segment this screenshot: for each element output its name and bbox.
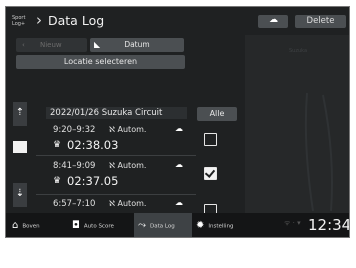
- arrow-up-icon: ⇡: [15, 107, 25, 118]
- select-all-button[interactable]: Alle: [197, 107, 237, 121]
- cloud-icon: ☁: [175, 124, 183, 133]
- session-time: 6:57–7:10: [53, 199, 96, 209]
- device-screen: Sport Log+ › Data Log ☁ Delete ‹ Nieuw ◣…: [5, 6, 350, 238]
- nav-auto-score-label: Auto Score: [83, 223, 114, 230]
- nav-auto-score[interactable]: ◘ Auto Score: [72, 213, 132, 237]
- arrow-down-icon: ⇣: [15, 188, 25, 199]
- page-title: Data Log: [48, 13, 105, 28]
- bottom-nav-bar: ⌂ Boven ◘ Auto Score ⤳ Data Log ✹ Instelling…: [6, 213, 350, 237]
- upload-button[interactable]: ☁: [258, 15, 288, 28]
- scroll-down-button[interactable]: ⇣: [13, 183, 27, 207]
- sort-date-label: Datum: [124, 40, 150, 49]
- nav-home[interactable]: ⌂ Boven: [12, 213, 68, 237]
- top-bar: Sport Log+ › Data Log ☁ Delete: [6, 7, 349, 35]
- car-icon: ◘: [72, 220, 80, 231]
- scroll-thumb[interactable]: [13, 141, 27, 153]
- back-chevron-icon[interactable]: ›: [36, 11, 42, 29]
- cloud-upload-icon: ☁: [269, 15, 278, 25]
- app-logo: Sport Log+: [12, 15, 26, 27]
- session-time: 9:20–9:32: [53, 125, 96, 135]
- row-divider: [36, 194, 196, 195]
- best-lap-time: 02:38.03: [67, 138, 119, 152]
- session-mode: ℵ Autom.: [109, 125, 147, 134]
- nav-data-log-label: Data Log: [150, 223, 175, 230]
- list-item[interactable]: 8:41–9:09 ℵ Autom. ☁ ♛ 02:37.05: [46, 160, 196, 201]
- session-mode: ℵ Autom.: [109, 161, 147, 170]
- track-map-panel: [245, 35, 349, 213]
- sort-new-label: Nieuw: [40, 41, 62, 49]
- nav-data-log[interactable]: ⤳ Data Log: [134, 213, 192, 237]
- wifi-icon: ⋅: [292, 219, 295, 227]
- cloud-icon: ☁: [175, 198, 183, 207]
- session-mode: ℵ Autom.: [109, 199, 147, 208]
- cloud-icon: ☁: [175, 160, 183, 169]
- delete-button[interactable]: Delete: [295, 15, 346, 28]
- nav-settings-label: Instelling: [208, 223, 234, 230]
- sort-new-button[interactable]: ‹ Nieuw: [16, 38, 87, 52]
- scroll-up-button[interactable]: ⇡: [13, 102, 27, 126]
- select-checkbox[interactable]: [204, 167, 217, 180]
- row-divider: [36, 155, 196, 156]
- location-icon: ▾: [297, 219, 301, 227]
- clock: 12:34: [308, 216, 350, 234]
- track-map: [304, 92, 333, 212]
- sort-icon: ◣: [94, 40, 101, 49]
- signal-icon: ᯤ: [284, 219, 291, 227]
- data-log-icon: ⤳: [138, 220, 146, 231]
- session-time: 8:41–9:09: [53, 161, 96, 171]
- nav-settings[interactable]: ✹ Instelling: [196, 213, 262, 237]
- select-checkbox[interactable]: [204, 133, 217, 146]
- sort-date-button[interactable]: ◣ Datum: [90, 38, 184, 52]
- arrow-left-icon: ‹: [22, 41, 25, 49]
- track-map-label: Suzuka: [289, 48, 308, 54]
- select-location-button[interactable]: Locatie selecteren: [16, 55, 185, 69]
- status-icons: ᯤ ⋅ ▾: [284, 219, 301, 228]
- gear-icon: ✹: [196, 220, 205, 231]
- trophy-icon: ♛: [53, 140, 62, 150]
- list-item[interactable]: 9:20–9:32 ℵ Autom. ☁ ♛ 02:38.03: [46, 124, 196, 165]
- trophy-icon: ♛: [53, 176, 62, 186]
- best-lap-time: 02:37.05: [67, 174, 119, 188]
- home-icon: ⌂: [12, 220, 19, 231]
- nav-home-label: Boven: [22, 223, 40, 230]
- session-group-header: 2022/01/26 Suzuka Circuit: [46, 107, 187, 119]
